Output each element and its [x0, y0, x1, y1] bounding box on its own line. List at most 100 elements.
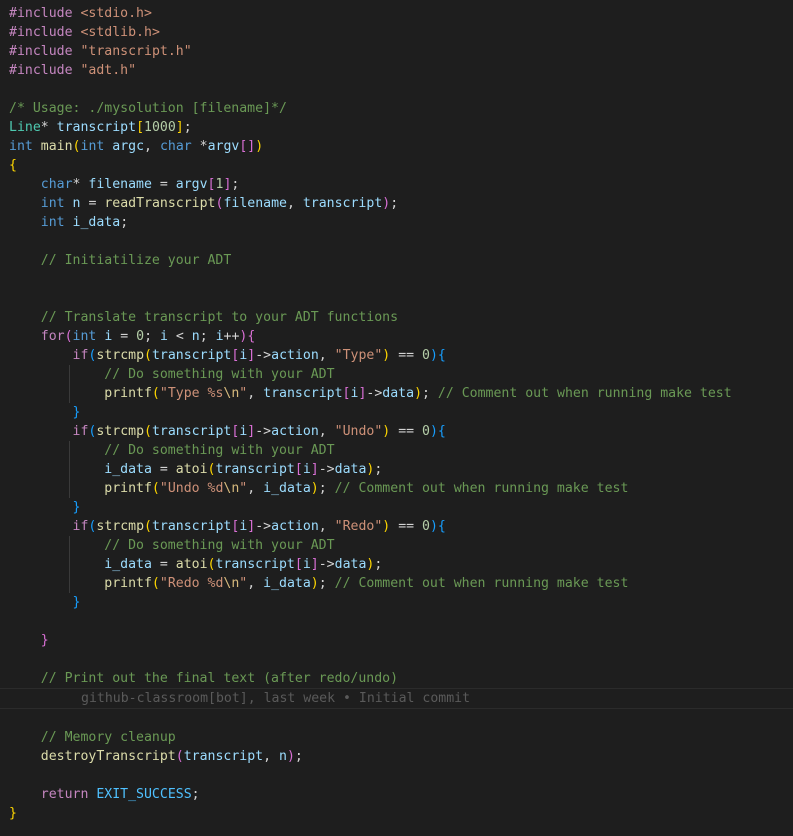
token: transcript: [302, 196, 383, 211]
code-line: // Memory cleanup: [9, 728, 793, 747]
token: return: [40, 787, 89, 802]
token: n: [279, 749, 287, 764]
code-line: printf("Redo %d\n", i_data); // Comment …: [9, 574, 793, 593]
token: argc: [112, 139, 145, 154]
comment: // Do something with your ADT: [104, 367, 335, 382]
token: if: [72, 424, 89, 439]
code-line: }: [72, 405, 81, 420]
code-editor[interactable]: #include <stdio.h> #include <stdlib.h> #…: [0, 0, 793, 836]
token: action: [271, 519, 319, 534]
comment: // Comment out when running make test: [334, 576, 629, 591]
token: transcript: [183, 749, 264, 764]
token: strcmp: [96, 424, 145, 439]
token: strcmp: [96, 348, 145, 363]
token: int: [72, 329, 97, 344]
token: "Type %s: [159, 386, 224, 401]
token: int: [9, 139, 33, 154]
indent-guide: [69, 365, 70, 384]
indent-guide: [69, 574, 70, 593]
token: data: [334, 462, 367, 477]
token: transcript: [151, 424, 232, 439]
token: "Type": [334, 348, 383, 363]
blame-text: github-classroom[bot], last week • Initi…: [81, 691, 471, 706]
code-line: #include <stdlib.h>: [9, 23, 793, 42]
indent-guide: [69, 479, 70, 498]
token: ": [239, 576, 248, 591]
code-line: int i_data;: [40, 215, 129, 230]
token: n: [191, 329, 200, 344]
token: i_data: [263, 576, 311, 591]
token: i: [302, 557, 311, 572]
token: Line: [9, 120, 41, 135]
token: "Undo %d: [159, 481, 224, 496]
token: #include: [9, 63, 73, 78]
code-line: // Do something with your ADT: [9, 441, 793, 460]
token: 0: [422, 348, 430, 363]
comment: /* Usage: ./mysolution [filename]*/: [9, 101, 287, 116]
code-line: printf("Type %s\n", transcript[i]->data)…: [9, 384, 793, 403]
token: ": [239, 481, 248, 496]
code-area[interactable]: #include <stdio.h> #include <stdlib.h> #…: [0, 4, 793, 823]
code-line: /* Usage: ./mysolution [filename]*/: [9, 99, 793, 118]
code-line: #include "adt.h": [9, 61, 793, 80]
token: transcript: [215, 462, 295, 477]
comment: // Comment out when running make test: [437, 386, 732, 401]
comment: // Print out the final text (after redo/…: [40, 671, 399, 686]
token: if: [72, 348, 89, 363]
token: argv: [207, 139, 240, 154]
token: strcmp: [96, 519, 145, 534]
token: filename: [88, 177, 152, 192]
token: int: [40, 196, 65, 211]
git-blame-annotation: github-classroom[bot], last week • Initi…: [0, 688, 793, 709]
token: transcript: [215, 557, 295, 572]
code-line: destroyTranscript(transcript, n);: [40, 749, 303, 764]
indent-guide: [69, 384, 70, 403]
token: n: [72, 196, 81, 211]
code-line: int main(int argc, char *argv[]): [9, 139, 264, 154]
token: i_data: [72, 215, 121, 230]
token: <stdlib.h>: [80, 25, 160, 40]
token: if: [72, 519, 89, 534]
token: int: [80, 139, 105, 154]
comment: // Do something with your ADT: [104, 538, 335, 553]
token: i: [302, 462, 311, 477]
token: \n: [223, 386, 240, 401]
code-line: if(strcmp(transcript[i]->action, "Type")…: [72, 348, 446, 363]
code-line: Line* transcript[1000];: [9, 120, 192, 135]
indent-guide: [69, 441, 70, 460]
token: char: [159, 139, 192, 154]
token: data: [334, 557, 367, 572]
comment: // Memory cleanup: [40, 730, 176, 745]
token: argv: [175, 177, 208, 192]
code-line: if(strcmp(transcript[i]->action, "Undo")…: [72, 424, 446, 439]
token: i_data: [104, 557, 152, 572]
token: i_data: [104, 462, 152, 477]
token: data: [382, 386, 415, 401]
token: action: [271, 348, 319, 363]
token: 0: [422, 424, 430, 439]
token: "Redo": [334, 519, 383, 534]
code-line: int n = readTranscript(filename, transcr…: [40, 196, 399, 211]
token: action: [271, 424, 319, 439]
token: "adt.h": [80, 63, 137, 78]
code-line: // Print out the final text (after redo/…: [9, 669, 793, 688]
code-line: // Translate transcript to your ADT func…: [9, 308, 793, 327]
token: transcript: [263, 386, 343, 401]
token: int: [40, 215, 65, 230]
token: transcript: [56, 120, 137, 135]
code-line: #include <stdio.h>: [9, 4, 793, 23]
token: \n: [223, 576, 240, 591]
code-line: i_data = atoi(transcript[i]->data);: [9, 555, 793, 574]
code-line: }: [40, 633, 49, 648]
token: EXIT_SUCCESS: [96, 787, 192, 802]
indent-guide: [69, 536, 70, 555]
indent-guide: [69, 555, 70, 574]
code-line: i_data = atoi(transcript[i]->data);: [9, 460, 793, 479]
code-line: // Do something with your ADT: [9, 536, 793, 555]
token: #include: [9, 6, 73, 21]
